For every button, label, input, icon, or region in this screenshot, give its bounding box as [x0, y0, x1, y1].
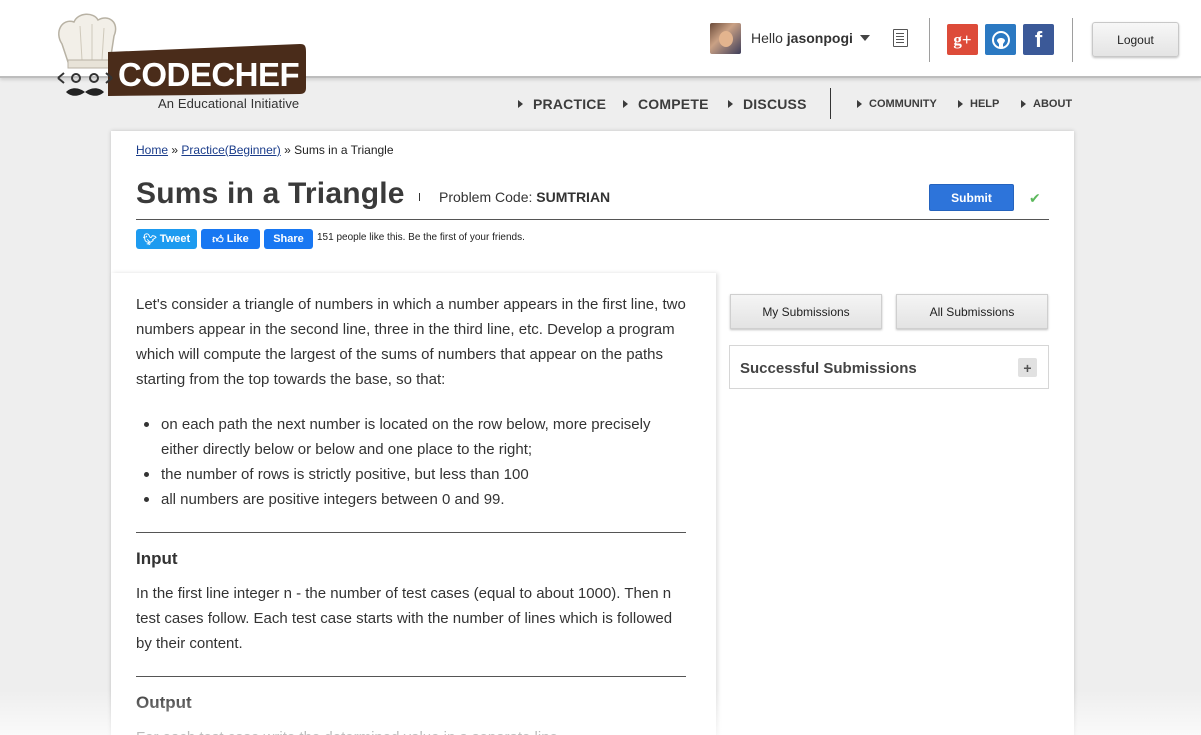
section-divider — [136, 676, 686, 677]
divider — [929, 18, 930, 62]
breadcrumb-home-link[interactable]: Home — [136, 143, 168, 157]
breadcrumb-practice-link[interactable]: Practice(Beginner) — [181, 143, 280, 157]
logout-button[interactable]: Logout — [1092, 22, 1179, 57]
facebook-like-button[interactable]: 👍︎ Like — [201, 229, 260, 249]
thumbs-up-icon: 👍︎ — [212, 233, 224, 246]
github-icon[interactable] — [985, 24, 1016, 55]
constraints-list: on each path the next number is located … — [136, 412, 686, 512]
problem-code: Problem Code: SUMTRIAN — [439, 189, 611, 205]
check-icon: ✔ — [1029, 190, 1041, 206]
nav-help[interactable]: HELP — [958, 98, 999, 110]
statement-text: Let's consider a triangle of numbers in … — [136, 296, 686, 388]
my-submissions-button[interactable]: My Submissions — [730, 294, 882, 329]
successful-submissions-title: Successful Submissions — [740, 360, 917, 377]
section-divider — [136, 532, 686, 533]
facebook-icon[interactable]: f — [1023, 24, 1054, 55]
top-header: CODECHEF An Educational Initiative Hello… — [0, 0, 1201, 111]
nav-discuss[interactable]: DISCUSS — [728, 96, 807, 112]
caret-right-icon — [623, 100, 628, 108]
submit-button[interactable]: Submit — [929, 184, 1014, 211]
username: jasonpogi — [786, 30, 853, 46]
avatar[interactable] — [710, 22, 741, 54]
svg-text:CODECHEF: CODECHEF — [118, 56, 299, 93]
tweet-button[interactable]: 🐦︎ Tweet — [136, 229, 197, 249]
divider — [1072, 18, 1073, 62]
problem-statement: Let's consider a triangle of numbers in … — [136, 292, 686, 735]
caret-right-icon — [857, 100, 862, 108]
nav-divider — [830, 88, 831, 119]
title-rule — [136, 219, 1049, 220]
expand-icon[interactable]: + — [1018, 358, 1037, 377]
caret-right-icon — [958, 100, 963, 108]
greeting: Hello jasonpogi — [751, 30, 853, 46]
chevron-down-icon[interactable] — [859, 35, 870, 41]
problem-card: Home » Practice(Beginner) » Sums in a Tr… — [111, 131, 1074, 735]
breadcrumb-current: Sums in a Triangle — [294, 143, 394, 157]
nav-practice[interactable]: PRACTICE — [518, 96, 606, 112]
list-item: the number of rows is strictly positive,… — [144, 462, 686, 487]
nav-community[interactable]: COMMUNITY — [857, 98, 937, 110]
logo-tagline: An Educational Initiative — [158, 96, 300, 111]
successful-submissions-panel[interactable]: Successful Submissions + — [729, 345, 1049, 389]
nav-about[interactable]: ABOUT — [1021, 98, 1072, 110]
notes-icon[interactable] — [893, 29, 908, 47]
caret-right-icon — [518, 100, 523, 108]
page-title: Sums in a Triangle — [136, 177, 405, 210]
output-heading: Output — [136, 693, 192, 712]
output-text: For each test case write the determined … — [136, 725, 686, 735]
input-text: In the first line integer n - the number… — [136, 585, 673, 652]
facebook-share-button[interactable]: Share — [264, 229, 313, 249]
input-heading: Input — [136, 549, 178, 568]
google-plus-icon[interactable]: g+ — [947, 24, 978, 55]
breadcrumb: Home » Practice(Beginner) » Sums in a Tr… — [136, 143, 394, 157]
list-item: all numbers are positive integers betwee… — [144, 487, 686, 512]
list-item: on each path the next number is located … — [144, 412, 686, 462]
title-divider — [419, 193, 420, 201]
caret-right-icon — [1021, 100, 1026, 108]
user-menu[interactable]: Hello jasonpogi — [710, 22, 870, 54]
likes-count: 151 people like this. Be the first of yo… — [317, 232, 525, 243]
all-submissions-button[interactable]: All Submissions — [896, 294, 1048, 329]
caret-right-icon — [728, 100, 733, 108]
twitter-bird-icon: 🐦︎ — [142, 233, 157, 246]
nav-compete[interactable]: COMPETE — [623, 96, 709, 112]
